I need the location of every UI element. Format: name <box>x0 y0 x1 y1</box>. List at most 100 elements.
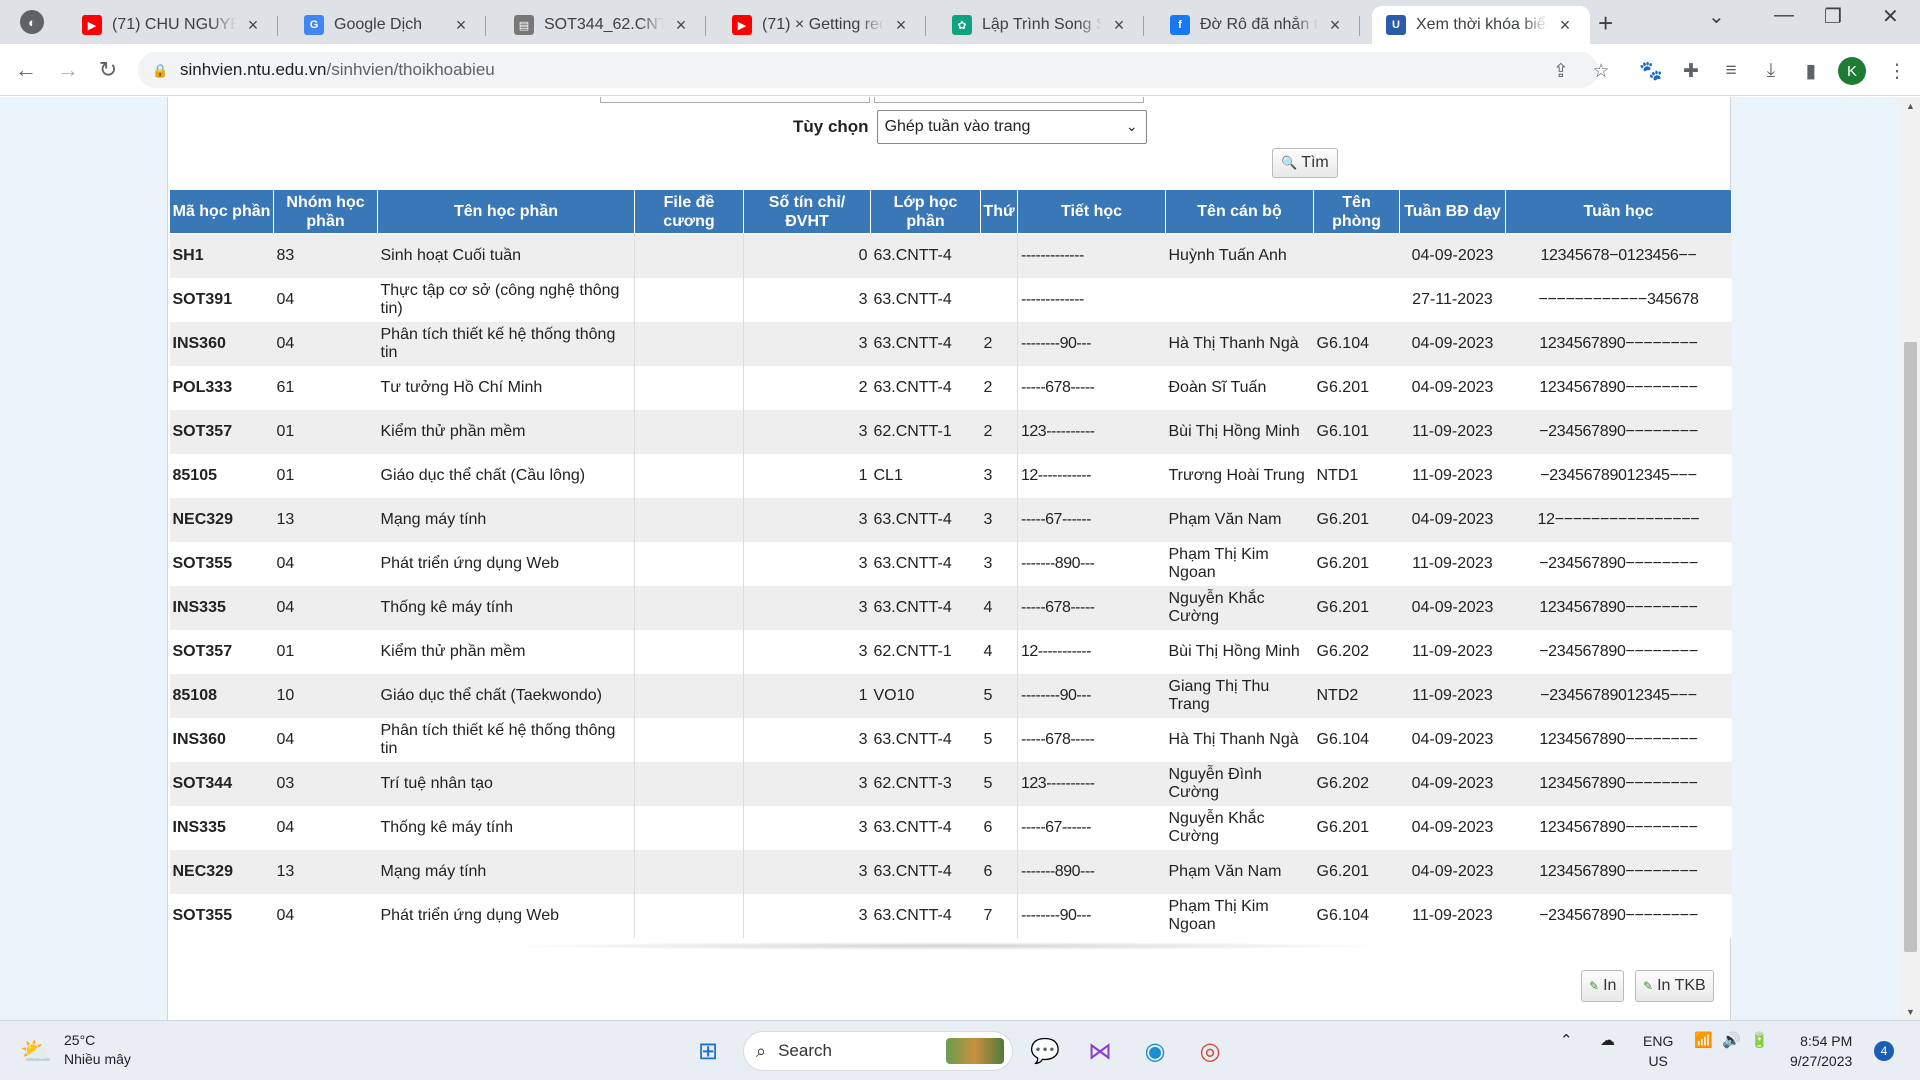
class-section-cell: 63.CNTT-4 <box>870 541 981 586</box>
periods-cell: --------90--- <box>1017 893 1166 938</box>
weather-widget[interactable]: ⛅ 25°C Nhiều mây <box>20 1031 131 1069</box>
tray-chevron-up-icon[interactable]: ⌃ <box>1560 1031 1573 1049</box>
tab-close-icon[interactable]: × <box>670 15 692 36</box>
onedrive-cloud-icon[interactable]: ☁ <box>1600 1031 1615 1049</box>
battery-icon[interactable]: 🔋 <box>1750 1031 1769 1049</box>
print-button[interactable]: ✎ In <box>1581 970 1625 1002</box>
study-weeks-cell: 1234567890−−−−−−−− <box>1505 585 1732 630</box>
tab-separator <box>485 16 486 36</box>
room-cell: G6.201 <box>1313 849 1400 894</box>
tab-close-icon[interactable]: × <box>1324 15 1346 36</box>
minimize-icon[interactable]: — <box>1774 4 1794 27</box>
windows-start-icon[interactable]: ⊞ <box>688 1031 728 1071</box>
search-button[interactable]: 🔍 Tìm <box>1272 148 1338 178</box>
back-icon[interactable]: ← <box>10 54 42 86</box>
filter-field-cutoff[interactable] <box>874 97 1144 103</box>
course-group-cell: 10 <box>273 673 378 718</box>
start-week-cell: 11-09-2023 <box>1399 893 1506 938</box>
restore-icon[interactable]: ❐ <box>1824 4 1842 29</box>
room-cell: G6.201 <box>1313 541 1400 586</box>
browser-tab[interactable]: f Đờ Rô đã nhắn tin c × <box>1156 6 1360 44</box>
visual-studio-icon[interactable]: ⋈ <box>1080 1031 1120 1071</box>
tab-title: (71) CHU NGUYỄN C <box>112 16 236 33</box>
study-weeks-cell: 1234567890−−−−−−−− <box>1505 805 1732 850</box>
menu-kebab-icon[interactable]: ⋮ <box>1884 58 1910 84</box>
table-row: 85105 01 Giáo dục thể chất (Cầu lông) 1 CL1 3… <box>169 453 1732 498</box>
tab-list-chevron-icon[interactable]: ⌄ <box>1708 4 1725 29</box>
table-row: INS335 04 Thống kê máy tính 3 63.CNTT-4 4 ----… <box>169 585 1732 630</box>
url-path: /sinhvien/thoikhoabieu <box>326 60 495 79</box>
class-section-cell: 63.CNTT-4 <box>870 893 981 938</box>
syllabus-file-cell <box>634 585 744 630</box>
start-week-cell: 11-09-2023 <box>1399 673 1506 718</box>
tab-search-icon[interactable]: ◐ <box>20 10 44 34</box>
lock-icon[interactable]: 🔒 <box>152 63 168 78</box>
study-weeks-cell: −234567890−−−−−−−− <box>1505 541 1732 586</box>
print-timetable-button[interactable]: ✎ In TKB <box>1635 970 1714 1002</box>
media-queue-icon[interactable]: ≡ <box>1718 58 1744 84</box>
close-window-icon[interactable]: ✕ <box>1882 4 1899 29</box>
table-row: SOT391 04 Thực tập cơ sở (công nghệ thông … <box>169 277 1732 322</box>
column-header: Tên học phần <box>377 189 635 234</box>
weekday-cell <box>980 277 1018 322</box>
notification-badge[interactable]: 4 <box>1874 1041 1894 1061</box>
download-icon[interactable]: ⤓ <box>1758 58 1784 84</box>
filter-field-cutoff[interactable] <box>600 97 870 103</box>
weekday-cell: 3 <box>980 541 1018 586</box>
page-viewport: Tùy chọn Ghép tuần vào trang ⌄ 🔍 Tìm Mã … <box>0 97 1920 1020</box>
weekday-cell: 3 <box>980 497 1018 542</box>
credits-cell: 3 <box>743 805 871 850</box>
edge-icon[interactable]: ◉ <box>1135 1031 1175 1071</box>
language-indicator[interactable]: ENG US <box>1643 1031 1673 1071</box>
forward-icon[interactable]: → <box>52 54 84 86</box>
address-bar[interactable]: 🔒 sinhvien.ntu.edu.vn/sinhvien/thoikhoab… <box>138 52 1598 88</box>
scroll-down-icon[interactable]: ▼ <box>1901 1003 1920 1020</box>
reload-icon[interactable]: ↻ <box>92 54 124 86</box>
table-row: SOT344 03 Trí tuệ nhân tạo 3 62.CNTT-3 5 123--… <box>169 761 1732 806</box>
extensions-puzzle-icon[interactable]: ✚ <box>1678 58 1704 84</box>
tab-close-icon[interactable]: × <box>1108 15 1130 36</box>
browser-tab[interactable]: ✿ Lập Trình Song Song × <box>938 6 1144 44</box>
scroll-up-icon[interactable]: ▲ <box>1901 97 1920 114</box>
paw-extension-icon[interactable]: 🐾 <box>1638 58 1664 84</box>
print-icon: ✎ <box>1643 979 1654 993</box>
option-select[interactable]: Ghép tuần vào trang ⌄ <box>876 110 1147 144</box>
browser-tab[interactable]: ▤ SOT344_62.CNTT-3k × <box>500 6 706 44</box>
tab-close-icon[interactable]: × <box>242 15 264 36</box>
lecturer-cell: Bùi Thị Hồng Minh <box>1165 629 1314 674</box>
course-code-cell: NEC329 <box>169 849 274 894</box>
page-scrollbar[interactable]: ▲ ▼ <box>1901 97 1920 1020</box>
class-section-cell: CL1 <box>870 453 981 498</box>
tab-close-icon[interactable]: × <box>450 15 472 36</box>
start-week-cell: 04-09-2023 <box>1399 497 1506 542</box>
course-group-cell: 03 <box>273 761 378 806</box>
volume-icon[interactable]: 🔊 <box>1722 1031 1741 1049</box>
syllabus-file-cell <box>634 849 744 894</box>
browser-tab[interactable]: ▶ (71) CHU NGUYỄN C × <box>68 6 278 44</box>
browser-tab[interactable]: U Xem thời khóa biểu × <box>1372 6 1590 44</box>
profile-avatar[interactable]: K <box>1838 57 1866 85</box>
share-icon[interactable]: ⇪ <box>1548 58 1574 84</box>
new-tab-button[interactable]: + <box>1598 8 1613 39</box>
course-name-cell: Kiểm thử phần mềm <box>377 409 635 454</box>
scroll-thumb[interactable] <box>1904 342 1917 952</box>
bookmark-star-icon[interactable]: ☆ <box>1588 58 1614 84</box>
tab-close-icon[interactable]: × <box>1554 15 1576 36</box>
teams-chat-icon[interactable]: 💬 <box>1025 1031 1065 1071</box>
wifi-icon[interactable]: 📶 <box>1694 1031 1713 1049</box>
course-code-cell: POL333 <box>169 365 274 410</box>
side-panel-icon[interactable]: ▮ <box>1798 58 1824 84</box>
browser-tab[interactable]: ▶ (71) × Getting requir × <box>718 6 926 44</box>
room-cell: G6.201 <box>1313 585 1400 630</box>
clock[interactable]: 8:54 PM 9/27/2023 <box>1790 1031 1852 1071</box>
tab-close-icon[interactable]: × <box>890 15 912 36</box>
taskbar-search[interactable]: ⌕ Search <box>743 1031 1013 1071</box>
chrome-icon[interactable]: ◎ <box>1190 1031 1230 1071</box>
syllabus-file-cell <box>634 673 744 718</box>
browser-tab[interactable]: G Google Dịch × <box>290 6 486 44</box>
lecturer-cell: Bùi Thị Hồng Minh <box>1165 409 1314 454</box>
column-header: Thứ <box>980 189 1018 234</box>
room-cell <box>1313 233 1400 278</box>
weekday-cell: 6 <box>980 805 1018 850</box>
tab-title: Google Dịch <box>334 16 423 33</box>
